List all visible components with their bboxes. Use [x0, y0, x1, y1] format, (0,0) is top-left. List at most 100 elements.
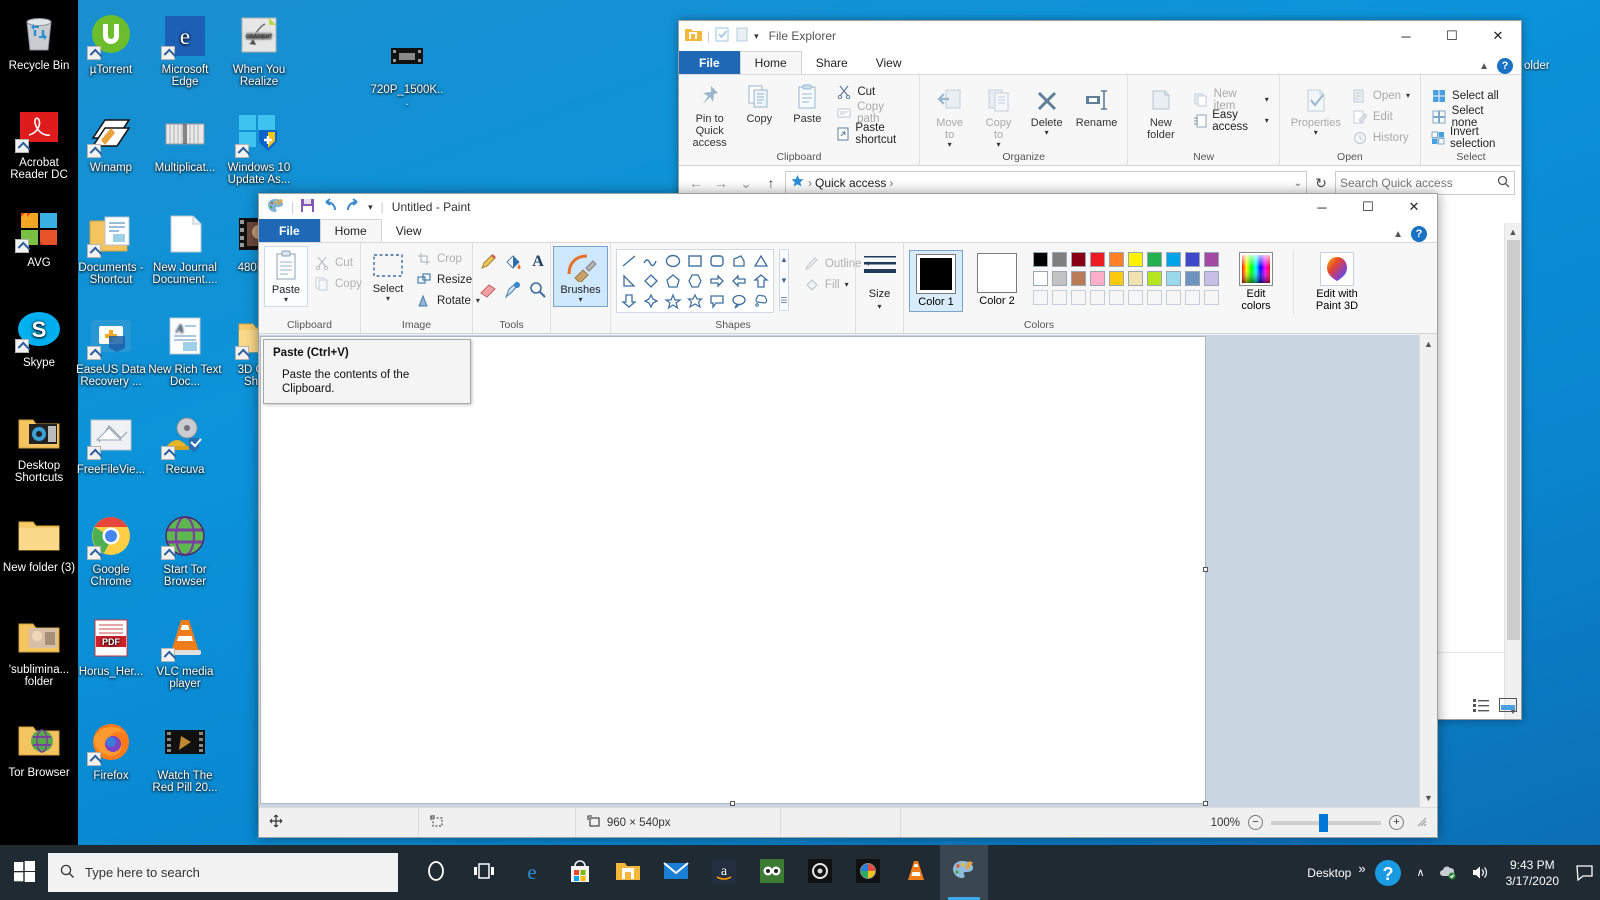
- microsoft-store-button[interactable]: [556, 845, 604, 900]
- explorer-tab-strip[interactable]: File Home Share View ▲ ?: [679, 51, 1521, 74]
- paint-title-bar[interactable]: | ▾ | Untitled - Paint ─ ☐ ✕: [259, 194, 1437, 220]
- six-point-star-shape[interactable]: [684, 291, 706, 311]
- copy-button[interactable]: Copy: [736, 79, 782, 127]
- desktop-icon-windows-10-update-assistant[interactable]: Windows 10 Update As...: [222, 110, 296, 186]
- amazon-button[interactable]: a: [700, 845, 748, 900]
- tab-view[interactable]: View: [382, 219, 436, 242]
- help-icon[interactable]: ?: [1497, 58, 1513, 74]
- rounded-callout-shape[interactable]: [706, 291, 728, 311]
- color-swatch-2-5[interactable]: [1107, 269, 1126, 288]
- color-swatch-2-10[interactable]: [1202, 269, 1221, 288]
- system-tray[interactable]: Desktop » ? ∧ 9:43 PM 3/17/2020: [1300, 845, 1600, 900]
- cortana-button[interactable]: [412, 845, 460, 900]
- pentagon-shape[interactable]: [662, 271, 684, 291]
- left-arrow-shape[interactable]: [728, 271, 750, 291]
- desktop-icon-freefileviewer[interactable]: FreeFileVie...: [74, 412, 148, 476]
- color-swatch-2-7[interactable]: [1145, 269, 1164, 288]
- color-swatch-3-6[interactable]: [1126, 288, 1145, 307]
- refresh-button[interactable]: ↻: [1310, 171, 1332, 195]
- new-item-button[interactable]: New item ▾: [1189, 88, 1272, 112]
- desktop-icon-watch-the-red-pill[interactable]: Watch The Red Pill 20...: [148, 718, 222, 794]
- color-swatch-1-6[interactable]: [1126, 250, 1145, 269]
- up-arrow-shape[interactable]: [750, 271, 772, 291]
- desktop-icon-utorrent[interactable]: µTorrent: [74, 12, 148, 76]
- color-swatch-2-8[interactable]: [1164, 269, 1183, 288]
- triangle-shape[interactable]: [750, 251, 772, 271]
- zoom-controls[interactable]: 100% − +: [1201, 813, 1437, 832]
- task-view-button[interactable]: [460, 845, 508, 900]
- cut-button[interactable]: Cut: [832, 81, 913, 102]
- chevron-down-icon[interactable]: ▾: [1314, 129, 1318, 137]
- copy-path-button[interactable]: Copy path: [832, 101, 913, 125]
- desktop-icon-easeus-data-recovery[interactable]: EaseUS Data Recovery ...: [74, 312, 148, 388]
- desktop-icon-skype[interactable]: S Skype: [2, 305, 76, 369]
- search-input[interactable]: Type here to search: [48, 853, 398, 892]
- paint-quick-access-toolbar[interactable]: ▾: [300, 198, 373, 216]
- pencil-tool[interactable]: [478, 252, 498, 272]
- chevron-down-icon[interactable]: ▾: [386, 295, 390, 303]
- tab-file[interactable]: File: [679, 51, 740, 74]
- desktop-icon-horus-her-pdf[interactable]: PDF Horus_Her...: [74, 614, 148, 678]
- desktop-icon-new-journal-document[interactable]: New Journal Document....: [148, 210, 222, 286]
- desktop-icon-acrobat-reader-dc[interactable]: Acrobat Reader DC: [2, 105, 76, 181]
- tray-chevron-up-icon[interactable]: ∧: [1410, 845, 1432, 900]
- desktop-icon-desktop-shortcuts[interactable]: Desktop Shortcuts: [2, 408, 76, 484]
- color-swatch-1-3[interactable]: [1069, 250, 1088, 269]
- color-swatch-3-10[interactable]: [1202, 288, 1221, 307]
- up-button[interactable]: ↑: [760, 171, 782, 195]
- rectangle-shape[interactable]: [684, 251, 706, 271]
- copy-button[interactable]: Copy: [311, 273, 365, 294]
- details-view-icon[interactable]: [1473, 698, 1489, 715]
- chevron-down-icon[interactable]: ▾: [579, 296, 583, 304]
- magnifier-tool[interactable]: [528, 280, 548, 300]
- color-swatch-2-6[interactable]: [1126, 269, 1145, 288]
- color-swatch-3-3[interactable]: [1069, 288, 1088, 307]
- text-tool[interactable]: A: [528, 252, 548, 272]
- search-icon[interactable]: [1497, 175, 1510, 191]
- properties-button[interactable]: Properties ▾: [1286, 83, 1346, 138]
- explorer-close-button[interactable]: ✕: [1475, 21, 1521, 51]
- tray-overflow-icon[interactable]: »: [1358, 861, 1365, 876]
- color-swatch-3-5[interactable]: [1107, 288, 1126, 307]
- undo-button[interactable]: [322, 198, 338, 216]
- chevron-down-icon[interactable]: ▾: [1265, 96, 1269, 104]
- chevron-down-icon[interactable]: ▾: [1265, 117, 1269, 125]
- paint-window[interactable]: | ▾ | Untitled - Paint ─ ☐ ✕ File Home V…: [258, 193, 1438, 838]
- desktop-icon-vlc-media-player[interactable]: VLC media player: [148, 614, 222, 690]
- easy-access-button[interactable]: Easy access ▾: [1189, 109, 1272, 133]
- desktop-icon-tor-browser-folder[interactable]: Tor Browser: [2, 715, 76, 779]
- desktop-icon-google-chrome[interactable]: Google Chrome: [74, 512, 148, 588]
- paint-maximize-button[interactable]: ☐: [1345, 194, 1391, 222]
- color-swatch-3-7[interactable]: [1145, 288, 1164, 307]
- tab-share[interactable]: Share: [802, 51, 862, 74]
- vlc-taskbar-button[interactable]: [892, 845, 940, 900]
- four-point-star-shape[interactable]: [640, 291, 662, 311]
- color-swatch-1-10[interactable]: [1202, 250, 1221, 269]
- explorer-ribbon[interactable]: Pin to Quick access Copy Paste Cut Copy …: [679, 74, 1521, 166]
- color-swatch-3-9[interactable]: [1183, 288, 1202, 307]
- color-swatch-2-1[interactable]: [1031, 269, 1050, 288]
- color-swatch-2-2[interactable]: [1050, 269, 1069, 288]
- line-shape[interactable]: [618, 251, 640, 271]
- color-swatch-1-9[interactable]: [1183, 250, 1202, 269]
- down-arrow-shape[interactable]: [618, 291, 640, 311]
- shapes-gallery-expand-icon[interactable]: ☰: [780, 291, 788, 310]
- diamond-shape[interactable]: [640, 271, 662, 291]
- paste-shortcut-button[interactable]: Paste shortcut: [832, 122, 913, 146]
- color-picker-tool[interactable]: [503, 280, 523, 300]
- file-explorer-taskbar-button[interactable]: [604, 845, 652, 900]
- paint-scrollbar[interactable]: ▲ ▼: [1419, 335, 1437, 807]
- address-dropdown-icon[interactable]: ⌄: [1294, 178, 1302, 189]
- canvas-resize-handle-e[interactable]: [1203, 567, 1208, 572]
- desktop-icon-when-you-realize[interactable]: GRADIENT When You Realize: [222, 12, 296, 88]
- oval-callout-shape[interactable]: [728, 291, 750, 311]
- tab-file[interactable]: File: [259, 219, 320, 242]
- desktop-icon-recuva[interactable]: Recuva: [148, 412, 222, 476]
- explorer-scrollbar[interactable]: ▲ ▼: [1504, 223, 1521, 719]
- color-palette[interactable]: [1031, 250, 1221, 307]
- chevron-down-icon[interactable]: ▾: [1406, 92, 1410, 100]
- zoom-in-button[interactable]: +: [1389, 815, 1405, 830]
- desktop-icon-firefox[interactable]: Firefox: [74, 718, 148, 782]
- color-swatch-1-1[interactable]: [1031, 250, 1050, 269]
- explorer-title-bar[interactable]: | ▾ File Explorer ─ ☐ ✕: [679, 21, 1521, 51]
